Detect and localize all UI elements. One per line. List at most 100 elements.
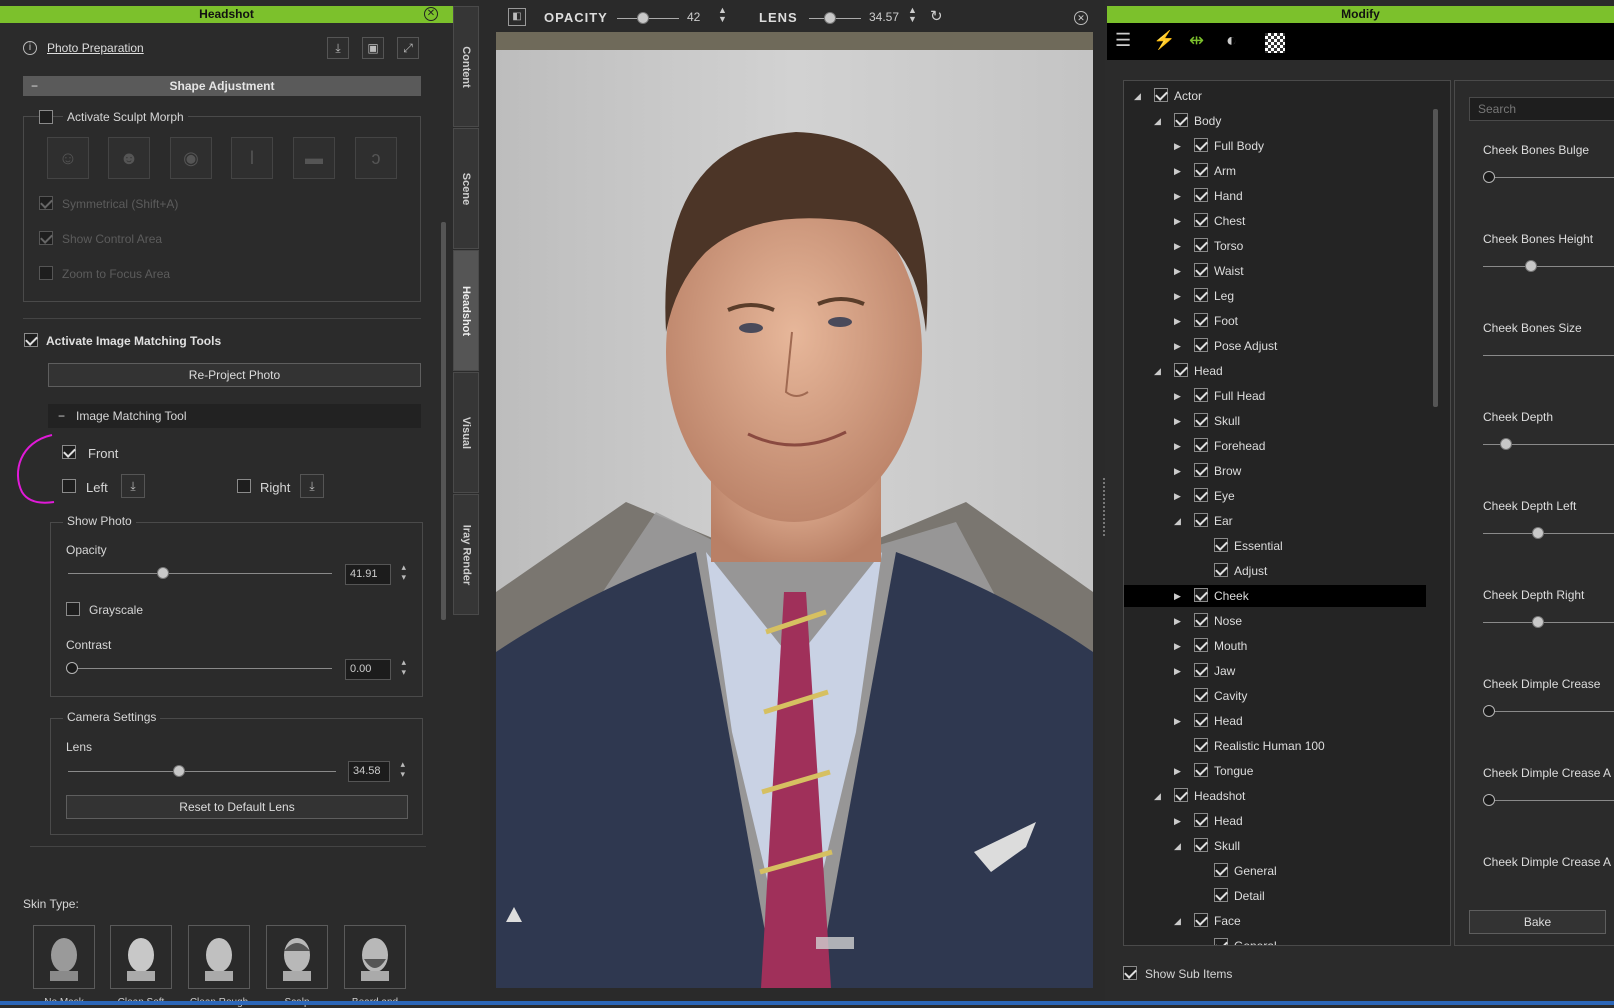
tree-item[interactable]: ▶ Brow: [1124, 460, 1426, 482]
morph-slider-track[interactable]: [1483, 177, 1614, 178]
expand-closed-icon[interactable]: ▶: [1174, 410, 1181, 432]
tree-item[interactable]: ◢ Skull: [1124, 835, 1426, 857]
grayscale-checkbox[interactable]: [66, 602, 80, 616]
tree-item-checkbox[interactable]: [1194, 488, 1208, 502]
tree-item-checkbox[interactable]: [1214, 863, 1228, 877]
left-checkbox[interactable]: [62, 479, 76, 493]
tree-item-checkbox[interactable]: [1194, 663, 1208, 677]
tree-scrollbar[interactable]: [1433, 109, 1438, 407]
expand-closed-icon[interactable]: ▶: [1174, 485, 1181, 507]
tree-item-checkbox[interactable]: [1194, 438, 1208, 452]
activate-image-matching-checkbox[interactable]: [24, 333, 38, 347]
skin-clean-soft-button[interactable]: [110, 925, 172, 989]
tree-item[interactable]: Realistic Human 100: [1124, 735, 1426, 757]
tree-item-checkbox[interactable]: [1194, 163, 1208, 177]
expand-closed-icon[interactable]: ▶: [1174, 185, 1181, 207]
tree-item[interactable]: ◢ Headshot: [1124, 785, 1426, 807]
tree-item[interactable]: General: [1124, 860, 1426, 882]
tree-item[interactable]: ▶ Leg: [1124, 285, 1426, 307]
tree-item-checkbox[interactable]: [1194, 588, 1208, 602]
close-icon[interactable]: ✕: [424, 7, 438, 21]
morph-icon[interactable]: ⇹: [1189, 30, 1204, 51]
tree-item-checkbox[interactable]: [1194, 838, 1208, 852]
tree-item-checkbox[interactable]: [1194, 138, 1208, 152]
morph-slider-handle[interactable]: [1499, 438, 1512, 450]
opacity-input[interactable]: 41.91: [345, 562, 406, 585]
tree-item[interactable]: ▶ Waist: [1124, 260, 1426, 282]
tree-item[interactable]: ▶ Foot: [1124, 310, 1426, 332]
expand-closed-icon[interactable]: ▶: [1174, 335, 1181, 357]
lens-input[interactable]: 34.58: [348, 759, 405, 782]
activate-sculpt-morph-checkbox[interactable]: [39, 110, 53, 124]
tree-item[interactable]: ◢ Actor: [1124, 85, 1426, 107]
tree-item-checkbox[interactable]: [1194, 763, 1208, 777]
viewport-lens-handle[interactable]: [824, 12, 836, 24]
tree-item[interactable]: ◢ Ear: [1124, 510, 1426, 532]
tab-visual[interactable]: Visual: [453, 372, 479, 493]
expand-closed-icon[interactable]: ▶: [1174, 585, 1181, 607]
import-photo-button[interactable]: ⤓: [327, 37, 349, 59]
right-checkbox[interactable]: [237, 479, 251, 493]
search-input[interactable]: Search: [1469, 97, 1614, 121]
reset-icon[interactable]: ↻: [930, 7, 943, 25]
tree-item[interactable]: Cavity: [1124, 685, 1426, 707]
tree-item[interactable]: ▶ Nose: [1124, 610, 1426, 632]
expand-closed-icon[interactable]: ▶: [1174, 210, 1181, 232]
tree-item[interactable]: ▶ Full Body: [1124, 135, 1426, 157]
expand-closed-icon[interactable]: ▶: [1174, 285, 1181, 307]
reset-lens-button[interactable]: Reset to Default Lens: [66, 795, 408, 819]
tree-item-checkbox[interactable]: [1214, 938, 1228, 945]
save-icon[interactable]: ▣: [362, 37, 384, 59]
tree-item[interactable]: Adjust: [1124, 560, 1426, 582]
photo-toggle-icon[interactable]: ◧: [508, 8, 526, 26]
opacity-slider-handle[interactable]: [157, 567, 169, 579]
tree-item-checkbox[interactable]: [1194, 263, 1208, 277]
splitter-handle[interactable]: [1103, 478, 1105, 538]
expand-open-icon[interactable]: ◢: [1134, 85, 1141, 107]
morph-slider-track[interactable]: [1483, 622, 1614, 623]
image-matching-tool-header[interactable]: − Image Matching Tool: [48, 404, 421, 428]
expand-open-icon[interactable]: ◢: [1174, 910, 1181, 932]
tree-item[interactable]: ▶ Mouth: [1124, 635, 1426, 657]
tree-item-checkbox[interactable]: [1194, 238, 1208, 252]
expand-closed-icon[interactable]: ▶: [1174, 635, 1181, 657]
tree-item-checkbox[interactable]: [1194, 288, 1208, 302]
tree-item[interactable]: General: [1124, 935, 1426, 945]
panel-scrollbar[interactable]: [441, 222, 446, 620]
bake-button[interactable]: Bake: [1469, 910, 1606, 934]
expand-open-icon[interactable]: ◢: [1154, 110, 1161, 132]
morph-slider-track[interactable]: [1483, 355, 1614, 356]
lens-slider-track[interactable]: [68, 771, 336, 772]
contrast-slider-track[interactable]: [68, 668, 332, 669]
tree-item-checkbox[interactable]: [1194, 213, 1208, 227]
skin-scalp-button[interactable]: [266, 925, 328, 989]
tree-item-checkbox[interactable]: [1214, 888, 1228, 902]
expand-open-icon[interactable]: ◢: [1174, 835, 1181, 857]
expand-closed-icon[interactable]: ▶: [1174, 760, 1181, 782]
expand-open-icon[interactable]: ◢: [1154, 785, 1161, 807]
expand-closed-icon[interactable]: ▶: [1174, 710, 1181, 732]
tree-item-checkbox[interactable]: [1194, 413, 1208, 427]
tree-item-checkbox[interactable]: [1174, 363, 1188, 377]
morph-slider-track[interactable]: [1483, 800, 1614, 801]
export-icon[interactable]: ⤢: [397, 37, 419, 59]
tree-item[interactable]: ▶ Eye: [1124, 485, 1426, 507]
contrast-input[interactable]: 0.00: [345, 657, 406, 680]
tree-item-checkbox[interactable]: [1194, 813, 1208, 827]
tree-item[interactable]: ▶ Cheek: [1124, 585, 1426, 607]
expand-closed-icon[interactable]: ▶: [1174, 160, 1181, 182]
close-icon[interactable]: ✕: [1074, 11, 1088, 25]
tree-item[interactable]: ▶ Head: [1124, 810, 1426, 832]
tree-item-checkbox[interactable]: [1194, 388, 1208, 402]
skin-clean-rough-button[interactable]: [188, 925, 250, 989]
morph-slider-handle[interactable]: [1532, 616, 1544, 628]
expand-closed-icon[interactable]: ▶: [1174, 135, 1181, 157]
tree-item-checkbox[interactable]: [1194, 188, 1208, 202]
photo-preparation-link[interactable]: Photo Preparation: [47, 41, 144, 55]
expand-closed-icon[interactable]: ▶: [1174, 810, 1181, 832]
tree-item-checkbox[interactable]: [1174, 113, 1188, 127]
morph-slider-handle[interactable]: [1525, 260, 1537, 272]
tree-item[interactable]: ◢ Face: [1124, 910, 1426, 932]
morph-slider-handle[interactable]: [1483, 171, 1495, 183]
tree-item[interactable]: ▶ Skull: [1124, 410, 1426, 432]
